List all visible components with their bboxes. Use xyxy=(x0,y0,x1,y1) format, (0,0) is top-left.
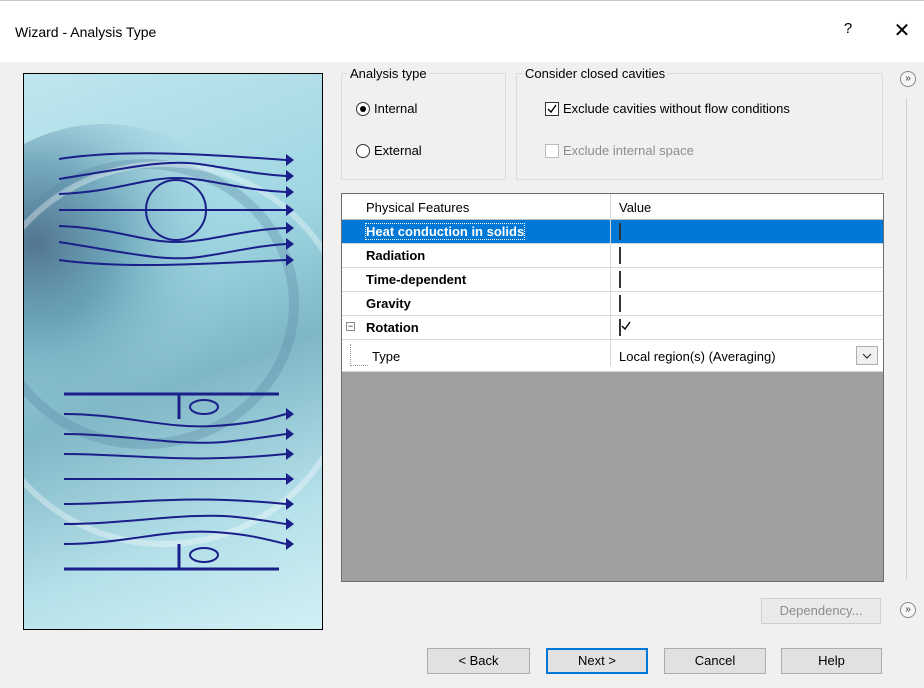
feature-row-gravity[interactable]: Gravity xyxy=(342,292,883,316)
window-title: Wizard - Analysis Type xyxy=(15,24,157,40)
gravity-checkbox[interactable] xyxy=(619,295,621,312)
radio-external-indicator[interactable] xyxy=(356,143,370,158)
feature-value-cell[interactable] xyxy=(619,295,621,312)
feature-label: Gravity xyxy=(366,296,411,311)
radio-internal[interactable]: Internal xyxy=(356,101,417,116)
title-bar: Wizard - Analysis Type ? ✕ xyxy=(0,0,924,62)
heat-conduction-checkbox[interactable] xyxy=(619,223,621,240)
dependency-button[interactable]: Dependency... xyxy=(761,598,881,624)
back-button[interactable]: < Back xyxy=(427,648,530,674)
rotation-type-value[interactable]: Local region(s) (Averaging) xyxy=(619,349,776,364)
feature-label-text: Heat conduction in solids xyxy=(364,223,526,240)
closed-cavities-legend: Consider closed cavities xyxy=(525,66,666,81)
expand-top-icon[interactable]: » xyxy=(900,71,916,87)
check-icon xyxy=(621,321,631,331)
feature-label: Time-dependent xyxy=(366,272,467,287)
exclude-cavities-checkbox-row[interactable]: Exclude cavities without flow conditions xyxy=(545,101,790,116)
feature-value-cell[interactable] xyxy=(619,223,621,240)
analysis-type-legend: Analysis type xyxy=(350,66,427,81)
feature-value-cell[interactable] xyxy=(619,319,631,336)
subrow-label: Type xyxy=(372,349,401,364)
collapse-minus-icon[interactable]: − xyxy=(346,322,355,331)
feature-row-time-dependent[interactable]: Time-dependent xyxy=(342,268,883,292)
close-icon[interactable]: ✕ xyxy=(890,18,914,44)
column-header-value[interactable]: Value xyxy=(619,200,651,215)
column-divider xyxy=(610,194,611,366)
rotation-type-dropdown-button[interactable] xyxy=(856,346,878,365)
tree-connector-horizontal xyxy=(350,365,368,367)
analysis-type-group: Analysis type xyxy=(341,66,506,180)
side-panel-divider xyxy=(906,98,907,580)
feature-row-radiation[interactable]: Radiation xyxy=(342,244,883,268)
physical-features-grid: Physical Features Value Heat conduction … xyxy=(341,193,884,582)
flow-lines-graphic xyxy=(24,124,322,571)
help-question-icon[interactable]: ? xyxy=(838,20,858,42)
exclude-cavities-checkbox[interactable] xyxy=(545,101,559,116)
exclude-cavities-label: Exclude cavities without flow conditions xyxy=(563,101,790,116)
radio-external-label: External xyxy=(374,143,422,158)
title-bar-top-border xyxy=(0,0,924,1)
feature-label: Radiation xyxy=(366,248,426,263)
feature-row-heat-conduction[interactable]: Heat conduction in solids xyxy=(342,220,883,244)
time-dependent-checkbox[interactable] xyxy=(619,271,621,288)
feature-row-rotation[interactable]: − Rotation xyxy=(342,316,883,340)
feature-value-cell[interactable] xyxy=(619,271,621,288)
next-button[interactable]: Next > xyxy=(546,648,648,674)
chevron-down-icon xyxy=(862,353,872,359)
feature-subrow-type[interactable]: Type Local region(s) (Averaging) xyxy=(342,340,883,372)
cancel-button[interactable]: Cancel xyxy=(664,648,766,674)
check-icon xyxy=(547,104,557,113)
grid-header-row: Physical Features Value xyxy=(342,194,883,220)
radio-internal-indicator[interactable] xyxy=(356,101,370,116)
rotation-checkbox[interactable] xyxy=(619,319,631,336)
expand-bottom-icon[interactable]: » xyxy=(900,602,916,618)
column-header-physical-features[interactable]: Physical Features xyxy=(366,200,469,215)
radiation-checkbox[interactable] xyxy=(619,247,621,264)
radio-internal-label: Internal xyxy=(374,101,418,116)
feature-value-cell[interactable] xyxy=(619,247,621,264)
feature-label: Heat conduction in solids xyxy=(364,223,526,240)
closed-cavities-group: Consider closed cavities xyxy=(516,66,883,180)
help-button[interactable]: Help xyxy=(781,648,882,674)
exclude-internal-space-checkbox xyxy=(545,143,559,158)
radio-external[interactable]: External xyxy=(356,143,422,158)
tree-connector-vertical xyxy=(350,344,352,366)
feature-label: Rotation xyxy=(366,320,419,335)
exclude-internal-space-label: Exclude internal space xyxy=(563,143,694,158)
flow-illustration xyxy=(23,73,323,630)
exclude-internal-space-checkbox-row: Exclude internal space xyxy=(545,143,694,158)
